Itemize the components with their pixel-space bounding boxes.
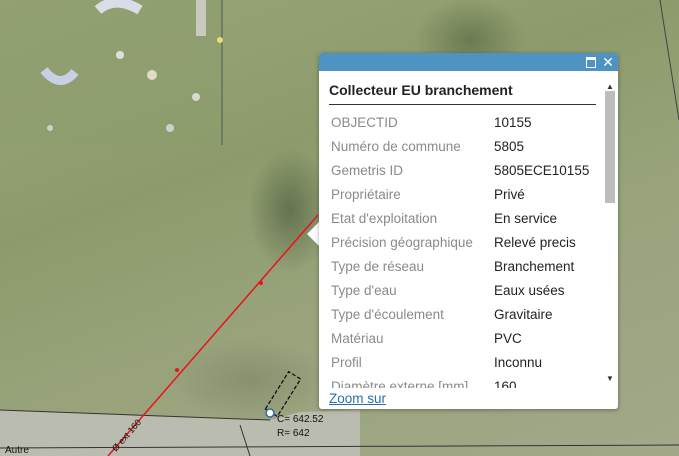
play-item (217, 37, 223, 43)
attribute-key: Profil (331, 354, 362, 370)
attribute-row: Type d'eau Eaux usées (327, 278, 593, 302)
playground-area (0, 0, 222, 145)
attribute-value: PVC (494, 330, 522, 346)
manhole-label-r: R= 642 (277, 428, 310, 439)
play-item (116, 51, 124, 59)
attribute-key: Type d'eau (331, 282, 397, 298)
attribute-key: Matériau (331, 330, 384, 346)
attribute-value: 160 (494, 378, 517, 389)
maximize-icon[interactable] (584, 55, 598, 69)
attribute-row: Gemetris ID 5805ECE10155 (327, 158, 593, 182)
attribute-row: Diamètre externe [mm] 160 (327, 374, 593, 389)
attribute-key: Précision géographique (331, 234, 473, 250)
attribute-key: Diamètre externe [mm] (331, 378, 469, 389)
popup-pointer (307, 222, 319, 246)
attribute-row: Précision géographique Relevé precis (327, 230, 593, 254)
attribute-value: En service (494, 210, 558, 226)
attribute-list[interactable]: OBJECTID 10155 Numéro de commune 5805 Gemetr… (319, 110, 603, 389)
play-item (192, 93, 200, 101)
attribute-value: 10155 (494, 114, 532, 130)
attribute-popup: ✕ Collecteur EU branchement OBJECTID 1015… (319, 53, 618, 409)
attribute-row: Numéro de commune 5805 (327, 134, 593, 158)
attribute-value: Relevé precis (494, 234, 576, 250)
attribute-value: Inconnu (494, 354, 543, 370)
attribute-key: Propriétaire (331, 186, 401, 202)
attribute-key: Gemetris ID (331, 162, 404, 178)
manhole-label-c: C= 642.52 (277, 414, 324, 425)
attribute-value: Gravitaire (494, 306, 553, 322)
attribute-key: Type de réseau (331, 258, 425, 274)
scroll-up-arrow-icon[interactable]: ▲ (606, 83, 614, 91)
attribute-row: Propriétaire Privé (327, 182, 593, 206)
attribute-key: Numéro de commune (331, 138, 461, 154)
popup-titlebar: ✕ (319, 53, 618, 71)
scroll-thumb[interactable] (605, 91, 615, 203)
attribute-value: Branchement (494, 258, 575, 274)
close-icon[interactable]: ✕ (601, 55, 615, 69)
attribute-key: Etat d'exploitation (331, 210, 438, 226)
attribute-key: OBJECTID (331, 114, 398, 130)
attribute-table: OBJECTID 10155 Numéro de commune 5805 Gemetr… (327, 110, 593, 389)
slide-equipment (196, 0, 206, 36)
attribute-row: Type d'écoulement Gravitaire (327, 302, 593, 326)
road-label: Autre (5, 445, 29, 456)
pipe-vertex (175, 368, 179, 372)
zoom-to-link[interactable]: Zoom sur (329, 391, 386, 406)
attribute-row: OBJECTID 10155 (327, 110, 593, 134)
attribute-value: Eaux usées (494, 282, 565, 298)
play-item (166, 124, 174, 132)
attribute-value: 5805 (494, 138, 525, 154)
attribute-value: 5805ECE10155 (494, 162, 590, 178)
manhole-point[interactable] (265, 408, 275, 418)
title-divider (329, 104, 596, 105)
attribute-row: Type de réseau Branchement (327, 254, 593, 278)
scroll-down-arrow-icon[interactable]: ▼ (606, 375, 614, 383)
parcel-line (659, 0, 679, 121)
popup-scrollbar[interactable]: ▲ ▼ (604, 83, 616, 385)
popup-title: Collecteur EU branchement (329, 82, 513, 98)
play-item (147, 70, 157, 80)
attribute-row: Matériau PVC (327, 326, 593, 350)
attribute-value: Privé (494, 186, 525, 202)
attribute-row: Etat d'exploitation En service (327, 206, 593, 230)
play-item (47, 125, 53, 131)
pipe-vertex (259, 281, 263, 285)
attribute-row: Profil Inconnu (327, 350, 593, 374)
attribute-key: Type d'écoulement (331, 306, 444, 322)
